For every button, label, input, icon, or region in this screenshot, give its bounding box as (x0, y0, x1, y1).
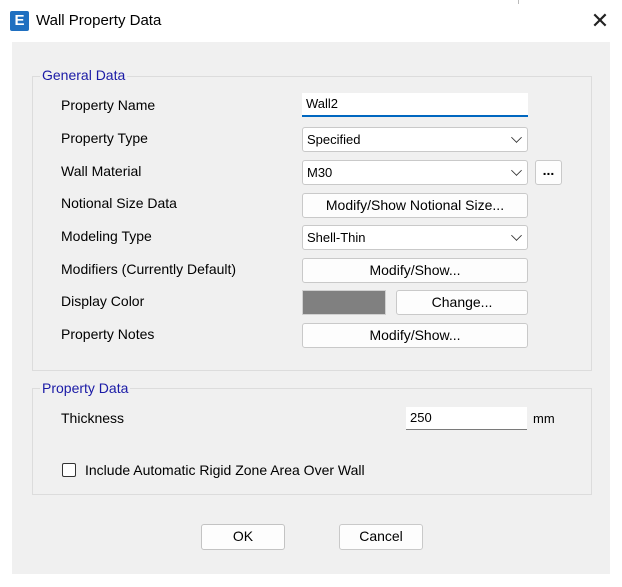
property-type-value: Specified (307, 132, 361, 147)
property-data-group (32, 388, 592, 495)
modeling-type-label: Modeling Type (61, 228, 152, 244)
ok-button[interactable]: OK (201, 524, 285, 550)
modify-notes-button[interactable]: Modify/Show... (302, 323, 528, 348)
modify-modifiers-button[interactable]: Modify/Show... (302, 258, 528, 283)
wall-material-value: M30 (307, 165, 333, 180)
divider (518, 0, 519, 4)
display-color-label: Display Color (61, 293, 145, 309)
property-data-title: Property Data (40, 380, 131, 396)
chevron-down-icon (511, 132, 522, 143)
display-color-swatch (302, 290, 386, 315)
rigid-zone-checkbox[interactable] (62, 463, 76, 477)
title-bar: E Wall Property Data ✕ (0, 0, 622, 42)
cancel-button[interactable]: Cancel (339, 524, 423, 550)
close-icon[interactable]: ✕ (584, 6, 616, 36)
wall-material-label: Wall Material (61, 163, 142, 179)
thickness-input[interactable]: 250 (406, 407, 527, 430)
chevron-down-icon (511, 230, 522, 241)
general-data-title: General Data (40, 67, 128, 83)
property-name-label: Property Name (61, 97, 156, 113)
window-title: Wall Property Data (36, 12, 162, 29)
property-type-select[interactable]: Specified (302, 127, 528, 152)
modeling-type-select[interactable]: Shell-Thin (302, 225, 528, 250)
browse-material-button[interactable]: ... (535, 160, 562, 185)
chevron-down-icon (511, 165, 522, 176)
modify-notional-size-button[interactable]: Modify/Show Notional Size... (302, 193, 528, 218)
property-name-input[interactable]: Wall2 (302, 93, 528, 117)
property-notes-label: Property Notes (61, 326, 155, 342)
thickness-unit: mm (533, 411, 555, 426)
modeling-type-value: Shell-Thin (307, 230, 366, 245)
change-color-button[interactable]: Change... (396, 290, 528, 315)
thickness-label: Thickness (61, 410, 125, 426)
window-border (0, 574, 622, 587)
notional-size-label: Notional Size Data (61, 195, 177, 211)
rigid-zone-label: Include Automatic Rigid Zone Area Over W… (85, 462, 365, 478)
property-type-label: Property Type (61, 130, 148, 146)
wall-material-select[interactable]: M30 (302, 160, 528, 185)
modifiers-label: Modifiers (Currently Default) (61, 261, 237, 277)
etabs-app-icon: E (10, 11, 29, 31)
